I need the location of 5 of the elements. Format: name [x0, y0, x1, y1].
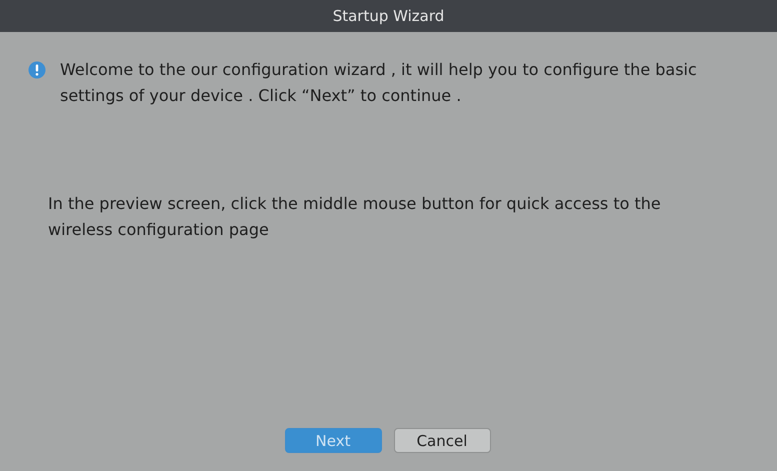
- hint-text: In the preview screen, click the middle mouse button for quick access to the wireless configuration page: [48, 193, 662, 241]
- window-title: Startup Wizard: [332, 7, 444, 25]
- cancel-button[interactable]: Cancel: [394, 428, 490, 453]
- welcome-text: Welcome to the our configuration wizard , it will help you to configure the basic settings of your device . Click “Next” to continue .: [60, 59, 698, 107]
- info-icon: [28, 61, 46, 79]
